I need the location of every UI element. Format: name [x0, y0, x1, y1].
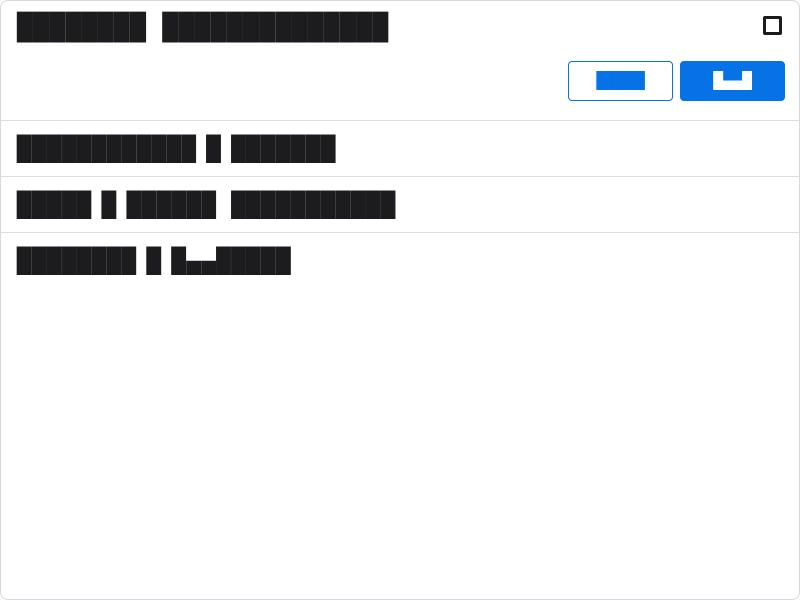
list-item: ████████ █ █▄▄█████ — [1, 232, 799, 288]
list-item-label: █████ — [17, 191, 92, 219]
list-item-label: ████████████ — [17, 135, 197, 163]
list-item-separator: █ — [146, 247, 162, 275]
list-item-value: █▄▄█████ — [171, 247, 292, 275]
list-item: █████ █ ██████ ███████████ — [1, 176, 799, 232]
list-item-value: ██████ ███████████ — [126, 191, 396, 219]
panel-title: ████████ ██████████████ — [17, 13, 389, 43]
dialog-panel: ████████ ██████████████ █████ █▄▄█ █████… — [0, 0, 800, 600]
list-item-separator: █ — [206, 135, 222, 163]
panel-header: ████████ ██████████████ █████ █▄▄█ — [1, 1, 799, 120]
list-item-text: ████████ █ █▄▄█████ — [17, 246, 291, 276]
list-item-separator: █ — [101, 191, 117, 219]
list-item-value: ███████ — [231, 135, 336, 163]
primary-button[interactable]: █▄▄█ — [680, 61, 785, 101]
checkbox[interactable] — [763, 16, 782, 35]
list-item-text: ████████████ █ ███████ — [17, 134, 336, 164]
list-item: ████████████ █ ███████ — [1, 120, 799, 176]
secondary-button[interactable]: █████ — [568, 61, 673, 101]
list-item-text: █████ █ ██████ ███████████ — [17, 190, 396, 220]
list-item-label: ████████ — [17, 247, 137, 275]
